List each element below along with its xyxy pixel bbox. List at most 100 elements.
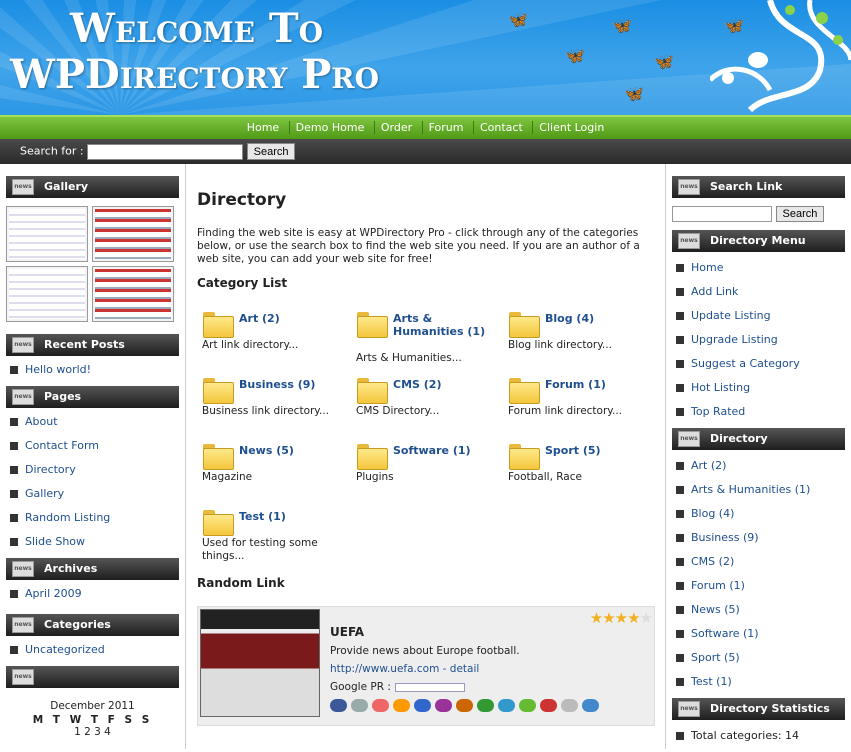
page-link-slide-show[interactable]: Slide Show xyxy=(10,534,185,558)
social-share-icon[interactable] xyxy=(351,699,368,712)
social-share-icon[interactable] xyxy=(372,699,389,712)
news-icon: news xyxy=(12,617,34,633)
social-share-icon[interactable] xyxy=(330,699,347,712)
site-screenshot[interactable] xyxy=(200,609,320,717)
social-share-icon[interactable] xyxy=(393,699,410,712)
category-link[interactable]: Art (2) xyxy=(239,312,280,325)
social-share-icon[interactable] xyxy=(435,699,452,712)
folder-icon xyxy=(509,378,540,404)
menu-link-hot-listing[interactable]: Hot Listing xyxy=(676,380,851,404)
category-link[interactable]: Uncategorized xyxy=(10,642,185,666)
category-description: CMS Directory... xyxy=(356,405,440,417)
nav-home[interactable]: Home xyxy=(241,121,285,134)
search-button[interactable]: Search xyxy=(246,143,296,160)
widget-title: Pages xyxy=(44,390,82,403)
butterfly-icon: 🦋 xyxy=(654,52,674,71)
directory-link[interactable]: Art (2) xyxy=(676,458,851,482)
social-share-icon[interactable] xyxy=(519,699,536,712)
social-share-icon[interactable] xyxy=(561,699,578,712)
category-description: Business link directory... xyxy=(202,405,330,417)
directory-link[interactable]: Sport (5) xyxy=(676,650,851,674)
calendar-weekdays: M T W T F S S xyxy=(32,714,153,726)
nav-contact[interactable]: Contact xyxy=(472,121,529,134)
category-link[interactable]: Sport (5) xyxy=(545,444,601,457)
directory-link[interactable]: Test (1) xyxy=(676,674,851,698)
link-search-button[interactable]: Search xyxy=(775,206,825,222)
gallery-thumbnail[interactable] xyxy=(92,266,174,322)
category-link[interactable]: CMS (2) xyxy=(393,378,441,391)
category-description: Football, Race xyxy=(508,471,582,483)
pagerank-bar xyxy=(394,682,465,692)
gallery-thumbnail[interactable] xyxy=(6,206,88,262)
gallery-thumbnail[interactable] xyxy=(6,266,88,322)
widget-header-directory: news Directory xyxy=(672,428,845,450)
random-link-description: Provide news about Europe football. xyxy=(330,645,520,657)
social-share-icon[interactable] xyxy=(477,699,494,712)
intro-text: Finding the web site is easy at WPDirect… xyxy=(197,227,640,265)
category-link[interactable]: Software (1) xyxy=(393,444,471,457)
social-share-icon[interactable] xyxy=(540,699,557,712)
random-link-title[interactable]: UEFA xyxy=(330,625,364,639)
category-link[interactable]: Test (1) xyxy=(239,510,286,523)
category-link[interactable]: Forum (1) xyxy=(545,378,606,391)
category-description: Forum link directory... xyxy=(508,405,623,417)
site-title-line2: WPDirectory Pro xyxy=(10,51,379,98)
directory-link[interactable]: Arts & Humanities (1) xyxy=(676,482,851,506)
star-empty-icon: ★ xyxy=(639,609,653,627)
link-search-form: Search xyxy=(666,198,851,222)
nav-demo-home[interactable]: Demo Home xyxy=(288,121,371,134)
page-link-directory[interactable]: Directory xyxy=(10,462,185,486)
directory-link[interactable]: Blog (4) xyxy=(676,506,851,530)
directory-link[interactable]: CMS (2) xyxy=(676,554,851,578)
folder-icon xyxy=(357,444,388,470)
search-input[interactable] xyxy=(87,143,244,160)
widget-header-search-link: news Search Link xyxy=(672,176,845,198)
page-link-gallery[interactable]: Gallery xyxy=(10,486,185,510)
widget-header-calendar: news xyxy=(6,666,179,688)
page-link-contact-form[interactable]: Contact Form xyxy=(10,438,185,462)
directory-link[interactable]: Software (1) xyxy=(676,626,851,650)
category-description: Magazine xyxy=(202,471,253,483)
menu-link-add-link[interactable]: Add Link xyxy=(676,284,851,308)
category-link[interactable]: Blog (4) xyxy=(545,312,594,325)
category-description: Blog link directory... xyxy=(508,339,612,351)
link-search-input[interactable] xyxy=(672,206,772,222)
news-icon: news xyxy=(678,701,700,717)
social-share-icon[interactable] xyxy=(414,699,431,712)
page-link-about[interactable]: About xyxy=(10,414,185,438)
rating-stars[interactable]: ★★★★★ xyxy=(590,609,653,627)
recent-post-link[interactable]: Hello world! xyxy=(10,362,185,386)
widget-title: Search Link xyxy=(710,180,783,193)
random-link-url[interactable]: http://www.uefa.com - detail xyxy=(330,663,479,675)
news-icon: news xyxy=(12,179,34,195)
main-content: Directory Finding the web site is easy a… xyxy=(187,164,665,749)
menu-link-upgrade-listing[interactable]: Upgrade Listing xyxy=(676,332,851,356)
archive-link[interactable]: April 2009 xyxy=(10,586,185,610)
menu-link-suggest-category[interactable]: Suggest a Category xyxy=(676,356,851,380)
calendar-week-row[interactable]: 1 2 3 4 xyxy=(0,726,185,738)
social-share-icon[interactable] xyxy=(498,699,515,712)
menu-link-home[interactable]: Home xyxy=(676,260,851,284)
directory-link[interactable]: Business (9) xyxy=(676,530,851,554)
site-title[interactable]: Welcome To WPDirectory Pro xyxy=(10,6,379,98)
nav-order[interactable]: Order xyxy=(373,121,419,134)
category-item: Art (2) Art link directory... xyxy=(197,312,351,378)
category-item: Blog (4) Blog link directory... xyxy=(503,312,653,378)
directory-link[interactable]: News (5) xyxy=(676,602,851,626)
social-share-icon[interactable] xyxy=(456,699,473,712)
social-share-icon[interactable] xyxy=(582,699,599,712)
tree-bird-decoration-icon xyxy=(710,0,851,113)
category-link[interactable]: Arts & Humanities (1) xyxy=(393,312,503,338)
menu-link-top-rated[interactable]: Top Rated xyxy=(676,404,851,428)
category-link[interactable]: Business (9) xyxy=(239,378,315,391)
category-link[interactable]: News (5) xyxy=(239,444,294,457)
butterfly-icon: 🦋 xyxy=(508,10,528,29)
nav-forum[interactable]: Forum xyxy=(421,121,470,134)
page-link-random-listing[interactable]: Random Listing xyxy=(10,510,185,534)
menu-link-update-listing[interactable]: Update Listing xyxy=(676,308,851,332)
nav-client-login[interactable]: Client Login xyxy=(532,121,611,134)
category-item: CMS (2) CMS Directory... xyxy=(351,378,503,444)
folder-icon xyxy=(203,312,234,338)
gallery-thumbnail[interactable] xyxy=(92,206,174,262)
directory-link[interactable]: Forum (1) xyxy=(676,578,851,602)
